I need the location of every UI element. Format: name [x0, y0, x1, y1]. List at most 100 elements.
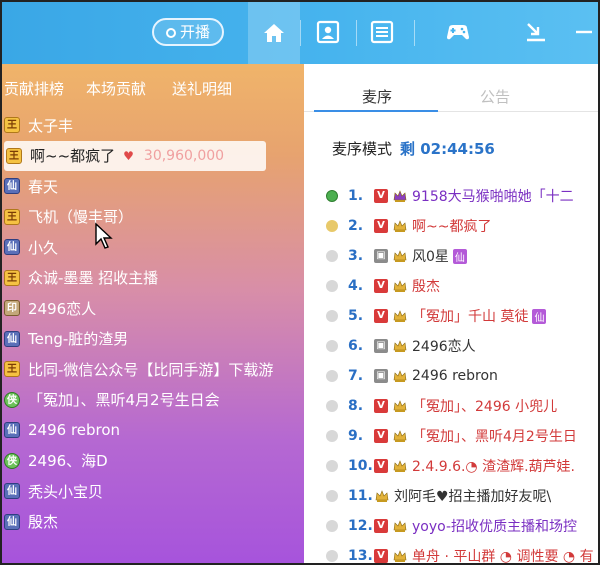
queue-position: 1.	[348, 188, 364, 204]
contribution-row[interactable]: 王啊~~都疯了 ♥ 30,960,000	[4, 140, 266, 171]
queue-row[interactable]: 13. V 单舟 · 平山群 ◔ 调性要 ◔ 有	[326, 542, 598, 565]
contact-card-icon	[316, 20, 340, 44]
contributor-name: 殷杰	[28, 513, 59, 531]
minimize-icon	[576, 30, 592, 34]
queue-mode-label: 麦序模式	[332, 140, 393, 158]
mic-status-icon	[326, 460, 338, 472]
queue-user-name: 刘阿毛♥招主播加好友呢\	[394, 489, 552, 505]
rank-badge-icon: 侠	[4, 452, 20, 469]
contribution-row[interactable]: 印 2496恋人	[2, 293, 304, 323]
queue-position: 3.	[348, 248, 364, 264]
contribution-amount: 30,960,000	[143, 147, 225, 164]
games-tab[interactable]	[438, 14, 478, 50]
queue-row[interactable]: 6. ▣ 2496恋人	[326, 332, 598, 360]
queue-row[interactable]: 8. V 「冤加」、2496 小兜儿	[326, 392, 598, 420]
remaining-time: 剩 02:44:56	[400, 140, 495, 158]
start-broadcast-label: 开播	[179, 23, 210, 41]
vip-badge-icon: V	[374, 429, 388, 443]
contribution-row[interactable]: 仙小久	[2, 232, 304, 262]
contacts-tab[interactable]	[308, 14, 348, 50]
contribution-row[interactable]: 侠「冤加」、黑听4月2号生日会	[2, 385, 304, 415]
mic-status-icon	[326, 490, 338, 502]
queue-position: 10.	[348, 458, 373, 474]
queue-row[interactable]: 5. V 「冤加」千山 莫徒仙	[326, 302, 598, 330]
contribution-row[interactable]: 仙 2496 rebron	[2, 415, 304, 445]
mic-status-icon	[326, 520, 338, 532]
mic-status-icon	[326, 220, 338, 232]
rank-badge-icon: 仙	[4, 483, 20, 499]
start-broadcast-button[interactable]: 开播	[152, 18, 224, 46]
contributor-name: 「冤加」、黑听4月2号生日会	[28, 391, 220, 409]
tab-announcement[interactable]: 公告	[480, 86, 510, 107]
queue-row[interactable]: 1. V 9158大马猴啪啪她「十二	[326, 182, 598, 210]
rank-badge-icon: 王	[6, 147, 22, 164]
queue-user-name: 单舟 · 平山群 ◔ 调性要 ◔ 有	[412, 549, 594, 565]
contributor-name: 小久	[28, 238, 59, 257]
tab-mic-queue[interactable]: 麦序	[362, 86, 392, 107]
download-button[interactable]	[516, 14, 556, 50]
queue-position: 2.	[348, 218, 364, 234]
vip-badge-icon: V	[374, 459, 388, 473]
queue-user-name: 「冤加」千山 莫徒	[412, 309, 529, 325]
level-crown-icon	[393, 280, 407, 292]
contributor-name: Teng-脏的渣男	[28, 330, 129, 348]
guard-badge-icon: 仙	[452, 248, 467, 264]
queue-user-name: 风0星	[412, 249, 449, 265]
vip-badge-icon: V	[374, 219, 388, 233]
queue-position: 5.	[348, 308, 364, 324]
rank-badge-icon: 王	[4, 208, 20, 225]
contributor-name: 秃头小宝贝	[28, 482, 104, 501]
mouse-cursor-icon	[95, 222, 113, 249]
vip-badge-icon: V	[374, 519, 388, 533]
queue-position: 12.	[348, 518, 373, 534]
queue-row[interactable]: 4. V 殷杰	[326, 272, 598, 300]
contribution-row[interactable]: 王众诚-墨墨 招收主播	[2, 263, 304, 293]
queue-row[interactable]: 3. ▣ 风0星仙	[326, 242, 598, 270]
minimize-button[interactable]	[568, 14, 598, 50]
level-crown-icon	[393, 550, 407, 562]
home-tab[interactable]	[248, 2, 300, 64]
contribution-panel: 贡献排榜 本场贡献 送礼明细 王太子丰王啊~~都疯了 ♥ 30,960,000 仙春天…	[2, 64, 304, 563]
list-icon	[370, 20, 394, 44]
contribution-row[interactable]: 王太子丰	[2, 110, 304, 140]
top-toolbar: 开播	[2, 2, 598, 64]
mic-status-icon	[326, 280, 338, 292]
contributor-name: 飞机（慢丰哥）	[28, 208, 134, 226]
vip-badge-icon: V	[374, 399, 388, 413]
queue-position: 9.	[348, 428, 364, 444]
queue-row[interactable]: 12. Vyoyo-招收优质主播和场控	[326, 512, 598, 540]
queue-user-name: yoyo-招收优质主播和场控	[412, 519, 578, 535]
tab-session-contribution[interactable]: 本场贡献	[86, 78, 146, 99]
contribution-row[interactable]: 王飞机（慢丰哥）	[2, 202, 304, 232]
mic-status-icon	[326, 190, 338, 202]
tab-contribution-ranking[interactable]: 贡献排榜	[4, 78, 64, 99]
contribution-row[interactable]: 仙殷杰	[2, 507, 304, 537]
queue-position: 7.	[348, 368, 364, 384]
queue-row[interactable]: 9. V 「冤加」、黑听4月2号生日	[326, 422, 598, 450]
vip-badge-icon: V	[374, 549, 388, 563]
vip-badge-icon: ▣	[374, 249, 388, 263]
mic-status-icon	[326, 250, 338, 262]
list-tab[interactable]	[362, 14, 402, 50]
level-crown-icon	[375, 490, 389, 502]
contribution-row[interactable]: 侠 2496、海D	[2, 446, 304, 476]
queue-position: 13.	[348, 548, 373, 564]
queue-row[interactable]: 11. 刘阿毛♥招主播加好友呢\	[326, 482, 598, 510]
diamond-icon: ♥	[123, 148, 134, 163]
contribution-row[interactable]: 仙秃头小宝贝	[2, 476, 304, 506]
contribution-row[interactable]: 王比同-微信公众号【比同手游】下载游	[2, 354, 304, 384]
rank-badge-icon: 仙	[4, 178, 20, 194]
queue-row[interactable]: 7. ▣ 2496 rebron	[326, 362, 598, 390]
queue-user-name: 9158大马猴啪啪她「十二	[412, 189, 574, 205]
tab-gift-details[interactable]: 送礼明细	[172, 78, 232, 99]
contribution-row[interactable]: 仙 Teng-脏的渣男	[2, 324, 304, 354]
mic-status-icon	[326, 400, 338, 412]
queue-row[interactable]: 10. V 2.4.9.6.◔ 渣渣辉.葫芦娃.	[326, 452, 598, 480]
rank-badge-icon: 仙	[4, 330, 20, 347]
queue-position: 4.	[348, 278, 364, 294]
level-crown-icon	[393, 310, 407, 322]
level-crown-icon	[393, 220, 407, 232]
queue-row[interactable]: 2. V 啊~~都疯了	[326, 212, 598, 240]
level-crown-icon	[393, 340, 407, 352]
contribution-row[interactable]: 仙春天	[2, 171, 304, 201]
